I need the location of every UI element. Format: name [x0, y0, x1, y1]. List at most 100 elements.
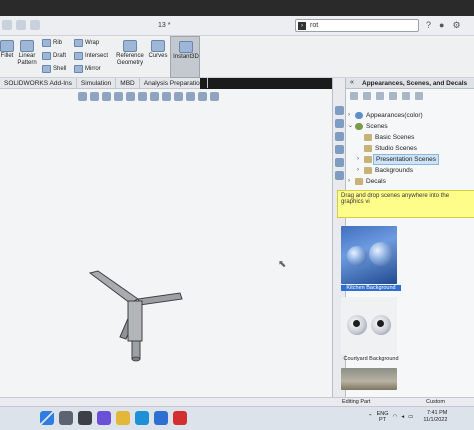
chevron-up-icon[interactable]: ⌃	[368, 414, 373, 420]
task-view-icon[interactable]	[78, 411, 92, 425]
tab-solidworks-add-ins[interactable]: SOLIDWORKS Add-Ins	[0, 78, 77, 88]
help-icon[interactable]: ?	[426, 20, 431, 31]
refresh-icon[interactable]	[402, 92, 410, 100]
previous-view-icon[interactable]	[102, 92, 111, 101]
view-palette-icon[interactable]	[335, 145, 344, 154]
file-explorer-icon[interactable]	[116, 411, 130, 425]
mirror-button[interactable]: Mirror	[74, 65, 101, 73]
volume-icon[interactable]: ◂	[401, 414, 404, 420]
battery-icon[interactable]: ▭	[408, 414, 413, 420]
command-manager-ribbon: Fillet Linear Pattern Rib Draft Shell Wr…	[0, 36, 474, 78]
taskbar-apps	[40, 411, 187, 425]
propeller-model[interactable]	[80, 265, 190, 375]
tree-item-backgrounds[interactable]: › Backgrounds	[348, 165, 473, 176]
tree-item-studio-scenes[interactable]: Studio Scenes	[348, 143, 473, 154]
sphere-icon	[347, 246, 367, 266]
scenes-icon	[355, 123, 363, 130]
file-explorer-icon[interactable]	[335, 132, 344, 141]
tab-analysis-preparation[interactable]: Analysis Preparation	[140, 78, 209, 88]
custom-properties-icon[interactable]	[335, 171, 344, 180]
wrap-button[interactable]: Wrap	[74, 39, 99, 47]
tree-item-decals[interactable]: › Decals	[348, 176, 473, 187]
language-indicator[interactable]: ENG PT	[377, 411, 389, 423]
expand-arrow-icon[interactable]: ›	[357, 154, 363, 165]
drag-drop-tip: Drag and drop scenes anywhere into the g…	[337, 190, 474, 218]
draft-button[interactable]: Draft	[42, 52, 66, 60]
courtyard-background-thumbnail[interactable]	[341, 297, 397, 355]
command-tabs: SOLIDWORKS Add-Ins Simulation MBD Analys…	[0, 78, 209, 89]
view-orientation-icon[interactable]	[138, 92, 147, 101]
forward-icon[interactable]	[363, 92, 371, 100]
linear-pattern-label: Linear Pattern	[17, 53, 37, 66]
collapse-arrow-icon[interactable]: ⌄	[348, 121, 354, 132]
graphics-area[interactable]: ⬉	[0, 89, 332, 397]
search-icon[interactable]	[59, 411, 73, 425]
linear-pattern-button[interactable]: Linear Pattern	[17, 40, 37, 67]
pane-header: « Appearances, Scenes, and Decals	[346, 78, 474, 89]
intersect-button[interactable]: Intersect	[74, 52, 108, 60]
add-folder-icon[interactable]	[376, 92, 384, 100]
teams-icon[interactable]	[97, 411, 111, 425]
fillet-button[interactable]: Fillet	[0, 40, 16, 60]
user-icon[interactable]: ●	[439, 20, 444, 31]
expand-arrow-icon[interactable]: ›	[348, 110, 354, 121]
edge-icon[interactable]	[135, 411, 149, 425]
tab-mbd[interactable]: MBD	[116, 78, 140, 88]
rib-button[interactable]: Rib	[42, 39, 62, 47]
view-settings-icon[interactable]	[198, 92, 207, 101]
draft-icon	[42, 52, 51, 60]
apply-scene-icon[interactable]	[186, 92, 195, 101]
display-monitor-icon[interactable]	[210, 92, 219, 101]
search-input[interactable]: › rot	[295, 19, 419, 32]
design-library-icon[interactable]	[335, 119, 344, 128]
expand-arrow-icon[interactable]: ›	[348, 176, 354, 187]
tree-item-scenes[interactable]: ⌄ Scenes	[348, 121, 473, 132]
scene-thumbnails: Kitchen Background Courtyard Background	[341, 226, 401, 390]
collapse-pane-icon[interactable]: «	[350, 79, 354, 86]
store-icon[interactable]	[154, 411, 168, 425]
shell-icon	[42, 65, 51, 73]
edit-appearance-icon[interactable]	[174, 92, 183, 101]
scene-thumbnail-3[interactable]	[341, 368, 397, 390]
wifi-icon[interactable]: ◠	[393, 414, 398, 420]
fillet-icon	[0, 40, 14, 52]
tree-item-basic-scenes[interactable]: Basic Scenes	[348, 132, 473, 143]
shell-button[interactable]: Shell	[42, 65, 66, 73]
tab-simulation[interactable]: Simulation	[77, 78, 117, 88]
clock[interactable]: 7:41 PM 11/1/2022	[423, 410, 447, 424]
solidworks-app-icon[interactable]	[173, 411, 187, 425]
section-view-icon[interactable]	[114, 92, 123, 101]
hide-show-items-icon[interactable]	[162, 92, 171, 101]
clock-time: 7:41 PM	[426, 410, 448, 416]
decals-icon	[355, 178, 363, 185]
wrap-label: Wrap	[85, 40, 100, 46]
dynamic-annotation-icon[interactable]	[126, 92, 135, 101]
expand-arrow-icon[interactable]: ›	[357, 165, 363, 176]
home-icon[interactable]	[389, 92, 397, 100]
units-selector[interactable]: Custom	[426, 399, 445, 405]
tree-item-presentation-scenes[interactable]: › Presentation Scenes	[348, 154, 473, 165]
tree-item-appearances[interactable]: › Appearances(color)	[348, 110, 473, 121]
file-menu-icon[interactable]	[16, 20, 26, 30]
appearances-scenes-icon[interactable]	[335, 158, 344, 167]
options-icon[interactable]	[30, 20, 40, 30]
tree-item-label: Presentation Scenes	[373, 154, 439, 165]
kitchen-background-thumbnail[interactable]	[341, 226, 397, 284]
windows-taskbar: ⌃ ENG PT ◠ ◂ ▭ 7:41 PM 11/1/2022	[0, 406, 474, 430]
heads-up-view-toolbar	[78, 92, 219, 101]
settings-icon[interactable]: ⚙	[452, 20, 460, 31]
zoom-to-fit-icon[interactable]	[78, 92, 87, 101]
reference-geometry-button[interactable]: Reference Geometry	[115, 40, 145, 67]
back-icon[interactable]	[350, 92, 358, 100]
display-style-icon[interactable]	[150, 92, 159, 101]
curves-button[interactable]: Curves	[147, 40, 169, 60]
system-tray: ⌃ ENG PT ◠ ◂ ▭ 7:41 PM 11/1/2022	[368, 410, 447, 424]
pin-icon[interactable]	[415, 92, 423, 100]
windows-start-icon[interactable]	[40, 411, 54, 425]
instant3d-button[interactable]: Instant3D	[170, 36, 200, 78]
solidworks-resources-icon[interactable]	[335, 106, 344, 115]
solidworks-logo-icon[interactable]	[2, 20, 12, 30]
zoom-area-icon[interactable]	[90, 92, 99, 101]
courtyard-background-label: Courtyard Background	[343, 356, 399, 362]
curves-icon	[151, 40, 165, 52]
